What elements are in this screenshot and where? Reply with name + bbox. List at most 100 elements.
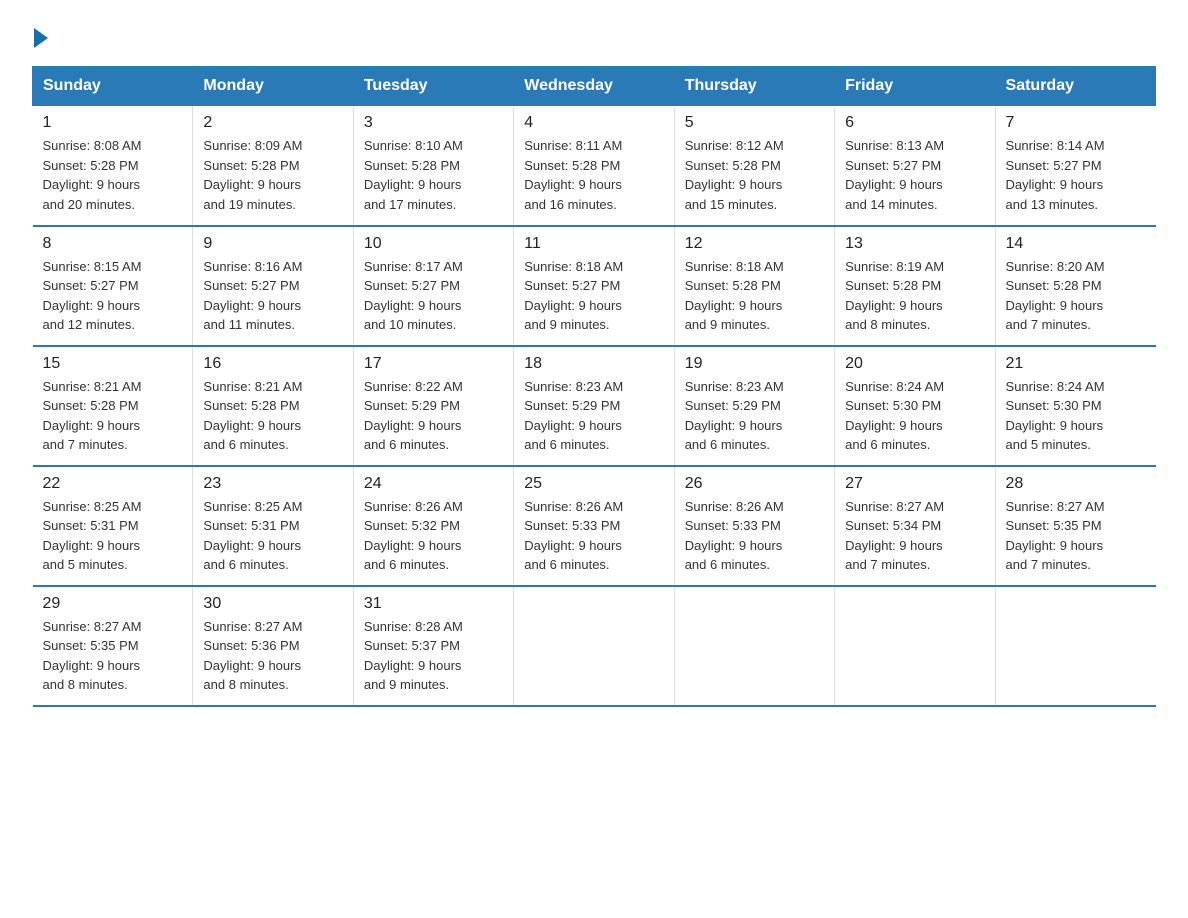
calendar-cell: 12 Sunrise: 8:18 AMSunset: 5:28 PMDaylig… — [674, 226, 834, 346]
day-info: Sunrise: 8:27 AMSunset: 5:35 PMDaylight:… — [43, 617, 183, 695]
day-info: Sunrise: 8:25 AMSunset: 5:31 PMDaylight:… — [203, 497, 342, 575]
day-number: 20 — [845, 355, 984, 373]
logo-triangle-icon — [34, 28, 48, 48]
day-info: Sunrise: 8:21 AMSunset: 5:28 PMDaylight:… — [203, 377, 342, 455]
header-cell-saturday: Saturday — [995, 67, 1155, 106]
day-info: Sunrise: 8:20 AMSunset: 5:28 PMDaylight:… — [1006, 257, 1146, 335]
calendar-cell: 25 Sunrise: 8:26 AMSunset: 5:33 PMDaylig… — [514, 466, 674, 586]
calendar-cell: 13 Sunrise: 8:19 AMSunset: 5:28 PMDaylig… — [835, 226, 995, 346]
day-info: Sunrise: 8:26 AMSunset: 5:33 PMDaylight:… — [685, 497, 824, 575]
header-cell-thursday: Thursday — [674, 67, 834, 106]
calendar-week-row: 22 Sunrise: 8:25 AMSunset: 5:31 PMDaylig… — [33, 466, 1156, 586]
day-number: 8 — [43, 235, 183, 253]
calendar-week-row: 1 Sunrise: 8:08 AMSunset: 5:28 PMDayligh… — [33, 106, 1156, 226]
day-info: Sunrise: 8:22 AMSunset: 5:29 PMDaylight:… — [364, 377, 503, 455]
calendar-cell: 8 Sunrise: 8:15 AMSunset: 5:27 PMDayligh… — [33, 226, 193, 346]
day-number: 24 — [364, 475, 503, 493]
day-info: Sunrise: 8:13 AMSunset: 5:27 PMDaylight:… — [845, 136, 984, 214]
calendar-cell: 23 Sunrise: 8:25 AMSunset: 5:31 PMDaylig… — [193, 466, 353, 586]
day-number: 9 — [203, 235, 342, 253]
day-info: Sunrise: 8:27 AMSunset: 5:34 PMDaylight:… — [845, 497, 984, 575]
day-number: 19 — [685, 355, 824, 373]
day-info: Sunrise: 8:28 AMSunset: 5:37 PMDaylight:… — [364, 617, 503, 695]
day-number: 4 — [524, 114, 663, 132]
day-number: 28 — [1006, 475, 1146, 493]
day-number: 14 — [1006, 235, 1146, 253]
day-number: 11 — [524, 235, 663, 253]
page-header — [32, 24, 1156, 46]
calendar-cell — [995, 586, 1155, 706]
calendar-week-row: 15 Sunrise: 8:21 AMSunset: 5:28 PMDaylig… — [33, 346, 1156, 466]
header-cell-tuesday: Tuesday — [353, 67, 513, 106]
calendar-cell: 22 Sunrise: 8:25 AMSunset: 5:31 PMDaylig… — [33, 466, 193, 586]
day-info: Sunrise: 8:09 AMSunset: 5:28 PMDaylight:… — [203, 136, 342, 214]
day-info: Sunrise: 8:08 AMSunset: 5:28 PMDaylight:… — [43, 136, 183, 214]
calendar-table: SundayMondayTuesdayWednesdayThursdayFrid… — [32, 66, 1156, 707]
day-info: Sunrise: 8:21 AMSunset: 5:28 PMDaylight:… — [43, 377, 183, 455]
day-info: Sunrise: 8:11 AMSunset: 5:28 PMDaylight:… — [524, 136, 663, 214]
calendar-cell: 1 Sunrise: 8:08 AMSunset: 5:28 PMDayligh… — [33, 106, 193, 226]
calendar-cell — [835, 586, 995, 706]
calendar-cell: 2 Sunrise: 8:09 AMSunset: 5:28 PMDayligh… — [193, 106, 353, 226]
calendar-cell: 30 Sunrise: 8:27 AMSunset: 5:36 PMDaylig… — [193, 586, 353, 706]
day-number: 2 — [203, 114, 342, 132]
header-cell-monday: Monday — [193, 67, 353, 106]
day-number: 12 — [685, 235, 824, 253]
calendar-cell: 28 Sunrise: 8:27 AMSunset: 5:35 PMDaylig… — [995, 466, 1155, 586]
header-cell-friday: Friday — [835, 67, 995, 106]
calendar-cell: 9 Sunrise: 8:16 AMSunset: 5:27 PMDayligh… — [193, 226, 353, 346]
header-cell-wednesday: Wednesday — [514, 67, 674, 106]
day-info: Sunrise: 8:23 AMSunset: 5:29 PMDaylight:… — [524, 377, 663, 455]
day-info: Sunrise: 8:27 AMSunset: 5:35 PMDaylight:… — [1006, 497, 1146, 575]
day-info: Sunrise: 8:17 AMSunset: 5:27 PMDaylight:… — [364, 257, 503, 335]
calendar-cell: 16 Sunrise: 8:21 AMSunset: 5:28 PMDaylig… — [193, 346, 353, 466]
calendar-cell: 21 Sunrise: 8:24 AMSunset: 5:30 PMDaylig… — [995, 346, 1155, 466]
day-info: Sunrise: 8:19 AMSunset: 5:28 PMDaylight:… — [845, 257, 984, 335]
day-number: 16 — [203, 355, 342, 373]
day-info: Sunrise: 8:14 AMSunset: 5:27 PMDaylight:… — [1006, 136, 1146, 214]
calendar-cell: 24 Sunrise: 8:26 AMSunset: 5:32 PMDaylig… — [353, 466, 513, 586]
day-info: Sunrise: 8:16 AMSunset: 5:27 PMDaylight:… — [203, 257, 342, 335]
day-info: Sunrise: 8:24 AMSunset: 5:30 PMDaylight:… — [845, 377, 984, 455]
day-info: Sunrise: 8:18 AMSunset: 5:28 PMDaylight:… — [685, 257, 824, 335]
day-info: Sunrise: 8:24 AMSunset: 5:30 PMDaylight:… — [1006, 377, 1146, 455]
day-info: Sunrise: 8:23 AMSunset: 5:29 PMDaylight:… — [685, 377, 824, 455]
day-number: 25 — [524, 475, 663, 493]
calendar-week-row: 8 Sunrise: 8:15 AMSunset: 5:27 PMDayligh… — [33, 226, 1156, 346]
day-number: 27 — [845, 475, 984, 493]
calendar-cell: 20 Sunrise: 8:24 AMSunset: 5:30 PMDaylig… — [835, 346, 995, 466]
calendar-cell: 14 Sunrise: 8:20 AMSunset: 5:28 PMDaylig… — [995, 226, 1155, 346]
calendar-cell — [514, 586, 674, 706]
header-row: SundayMondayTuesdayWednesdayThursdayFrid… — [33, 67, 1156, 106]
day-number: 22 — [43, 475, 183, 493]
calendar-cell: 3 Sunrise: 8:10 AMSunset: 5:28 PMDayligh… — [353, 106, 513, 226]
day-number: 6 — [845, 114, 984, 132]
day-number: 31 — [364, 595, 503, 613]
day-info: Sunrise: 8:10 AMSunset: 5:28 PMDaylight:… — [364, 136, 503, 214]
calendar-cell: 10 Sunrise: 8:17 AMSunset: 5:27 PMDaylig… — [353, 226, 513, 346]
day-number: 3 — [364, 114, 503, 132]
day-info: Sunrise: 8:25 AMSunset: 5:31 PMDaylight:… — [43, 497, 183, 575]
day-number: 23 — [203, 475, 342, 493]
calendar-cell: 5 Sunrise: 8:12 AMSunset: 5:28 PMDayligh… — [674, 106, 834, 226]
day-info: Sunrise: 8:15 AMSunset: 5:27 PMDaylight:… — [43, 257, 183, 335]
day-number: 21 — [1006, 355, 1146, 373]
calendar-week-row: 29 Sunrise: 8:27 AMSunset: 5:35 PMDaylig… — [33, 586, 1156, 706]
calendar-cell: 31 Sunrise: 8:28 AMSunset: 5:37 PMDaylig… — [353, 586, 513, 706]
day-number: 13 — [845, 235, 984, 253]
calendar-cell: 19 Sunrise: 8:23 AMSunset: 5:29 PMDaylig… — [674, 346, 834, 466]
header-cell-sunday: Sunday — [33, 67, 193, 106]
day-number: 29 — [43, 595, 183, 613]
calendar-cell: 11 Sunrise: 8:18 AMSunset: 5:27 PMDaylig… — [514, 226, 674, 346]
day-info: Sunrise: 8:26 AMSunset: 5:32 PMDaylight:… — [364, 497, 503, 575]
day-number: 10 — [364, 235, 503, 253]
day-number: 7 — [1006, 114, 1146, 132]
calendar-cell: 7 Sunrise: 8:14 AMSunset: 5:27 PMDayligh… — [995, 106, 1155, 226]
calendar-cell: 17 Sunrise: 8:22 AMSunset: 5:29 PMDaylig… — [353, 346, 513, 466]
calendar-cell: 18 Sunrise: 8:23 AMSunset: 5:29 PMDaylig… — [514, 346, 674, 466]
day-number: 15 — [43, 355, 183, 373]
calendar-cell: 4 Sunrise: 8:11 AMSunset: 5:28 PMDayligh… — [514, 106, 674, 226]
calendar-cell: 6 Sunrise: 8:13 AMSunset: 5:27 PMDayligh… — [835, 106, 995, 226]
calendar-cell — [674, 586, 834, 706]
logo — [32, 24, 48, 46]
